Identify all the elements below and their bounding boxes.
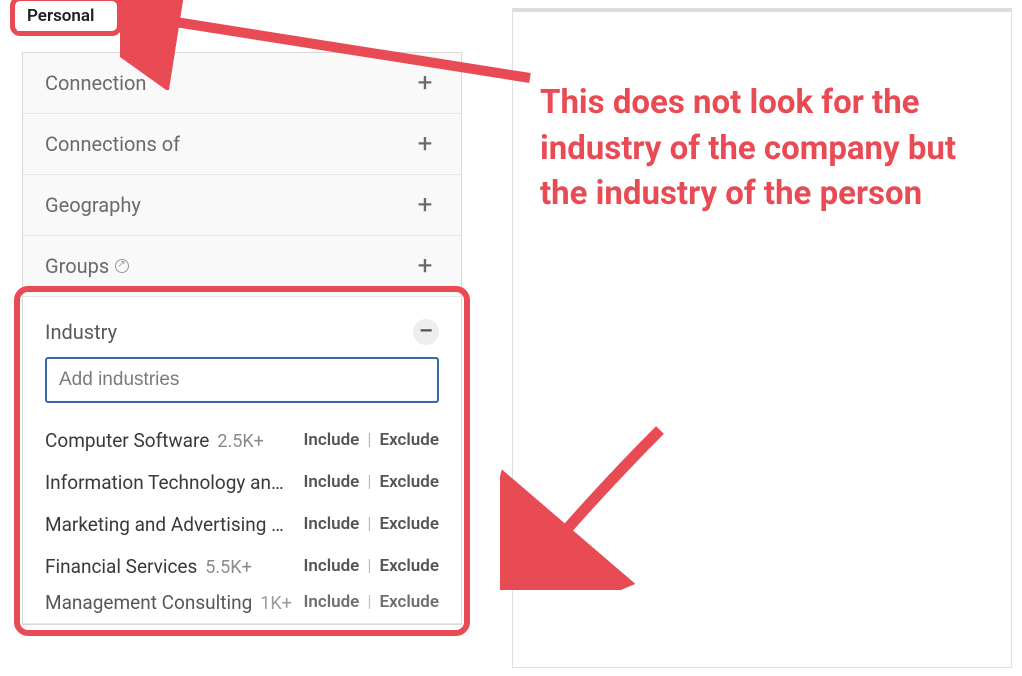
include-button[interactable]: Include: [303, 472, 359, 492]
suggestion-name: Financial Services: [45, 555, 197, 578]
filter-groups-label: Groups: [45, 254, 129, 278]
tab-personal[interactable]: Personal: [17, 2, 104, 31]
industry-suggestion-row[interactable]: Financial Services 5.5K+ Include | Exclu…: [45, 545, 439, 587]
industry-suggestion-row[interactable]: Computer Software 2.5K+ Include | Exclud…: [45, 419, 439, 461]
industry-suggestion-row[interactable]: Management Consulting 1K+ Include | Excl…: [45, 587, 439, 617]
suggestion-name: Management Consulting: [45, 591, 252, 614]
filter-industry-label: Industry: [45, 320, 117, 344]
industry-suggestion-row[interactable]: Information Technology and… Include | Ex…: [45, 461, 439, 503]
plus-icon: +: [411, 131, 439, 157]
external-link-icon: [115, 259, 129, 273]
industry-suggestion-row[interactable]: Marketing and Advertising … Include | Ex…: [45, 503, 439, 545]
separator: |: [367, 472, 371, 492]
filter-industry: Industry – Computer Software 2.5K+ Inclu…: [23, 297, 461, 624]
include-button[interactable]: Include: [303, 556, 359, 576]
filter-geography-label: Geography: [45, 193, 141, 217]
plus-icon: +: [411, 70, 439, 96]
exclude-button[interactable]: Exclude: [379, 556, 439, 576]
separator: |: [367, 514, 371, 534]
separator: |: [367, 556, 371, 576]
filter-connections-of[interactable]: Connections of +: [23, 114, 461, 175]
suggestion-count: 2.5K+: [217, 431, 264, 452]
suggestion-name: Computer Software: [45, 429, 209, 452]
industry-input[interactable]: [45, 357, 439, 403]
exclude-button[interactable]: Exclude: [379, 592, 439, 612]
plus-icon: +: [411, 253, 439, 279]
filter-groups-text: Groups: [45, 254, 109, 278]
filter-connection-label: Connection: [45, 71, 146, 95]
industry-suggestions: Computer Software 2.5K+ Include | Exclud…: [23, 415, 461, 623]
include-button[interactable]: Include: [303, 592, 359, 612]
suggestion-count: 5.5K+: [205, 557, 252, 578]
suggestion-count: 1K+: [260, 593, 292, 614]
exclude-button[interactable]: Exclude: [379, 514, 439, 534]
include-button[interactable]: Include: [303, 514, 359, 534]
filter-connections-of-label: Connections of: [45, 132, 180, 156]
include-button[interactable]: Include: [303, 430, 359, 450]
filter-geography[interactable]: Geography +: [23, 175, 461, 236]
filter-groups[interactable]: Groups +: [23, 236, 461, 297]
suggestion-name: Information Technology and…: [45, 471, 290, 494]
separator: |: [367, 430, 371, 450]
suggestion-name: Marketing and Advertising …: [45, 513, 284, 536]
exclude-button[interactable]: Exclude: [379, 472, 439, 492]
filters-panel: Connection + Connections of + Geography …: [22, 52, 462, 625]
collapse-icon[interactable]: –: [413, 319, 439, 345]
separator: |: [367, 592, 371, 612]
filter-connection[interactable]: Connection +: [23, 53, 461, 114]
filter-industry-header[interactable]: Industry –: [23, 297, 461, 357]
exclude-button[interactable]: Exclude: [379, 430, 439, 450]
annotation-text: This does not look for the industry of t…: [540, 80, 960, 217]
plus-icon: +: [411, 192, 439, 218]
